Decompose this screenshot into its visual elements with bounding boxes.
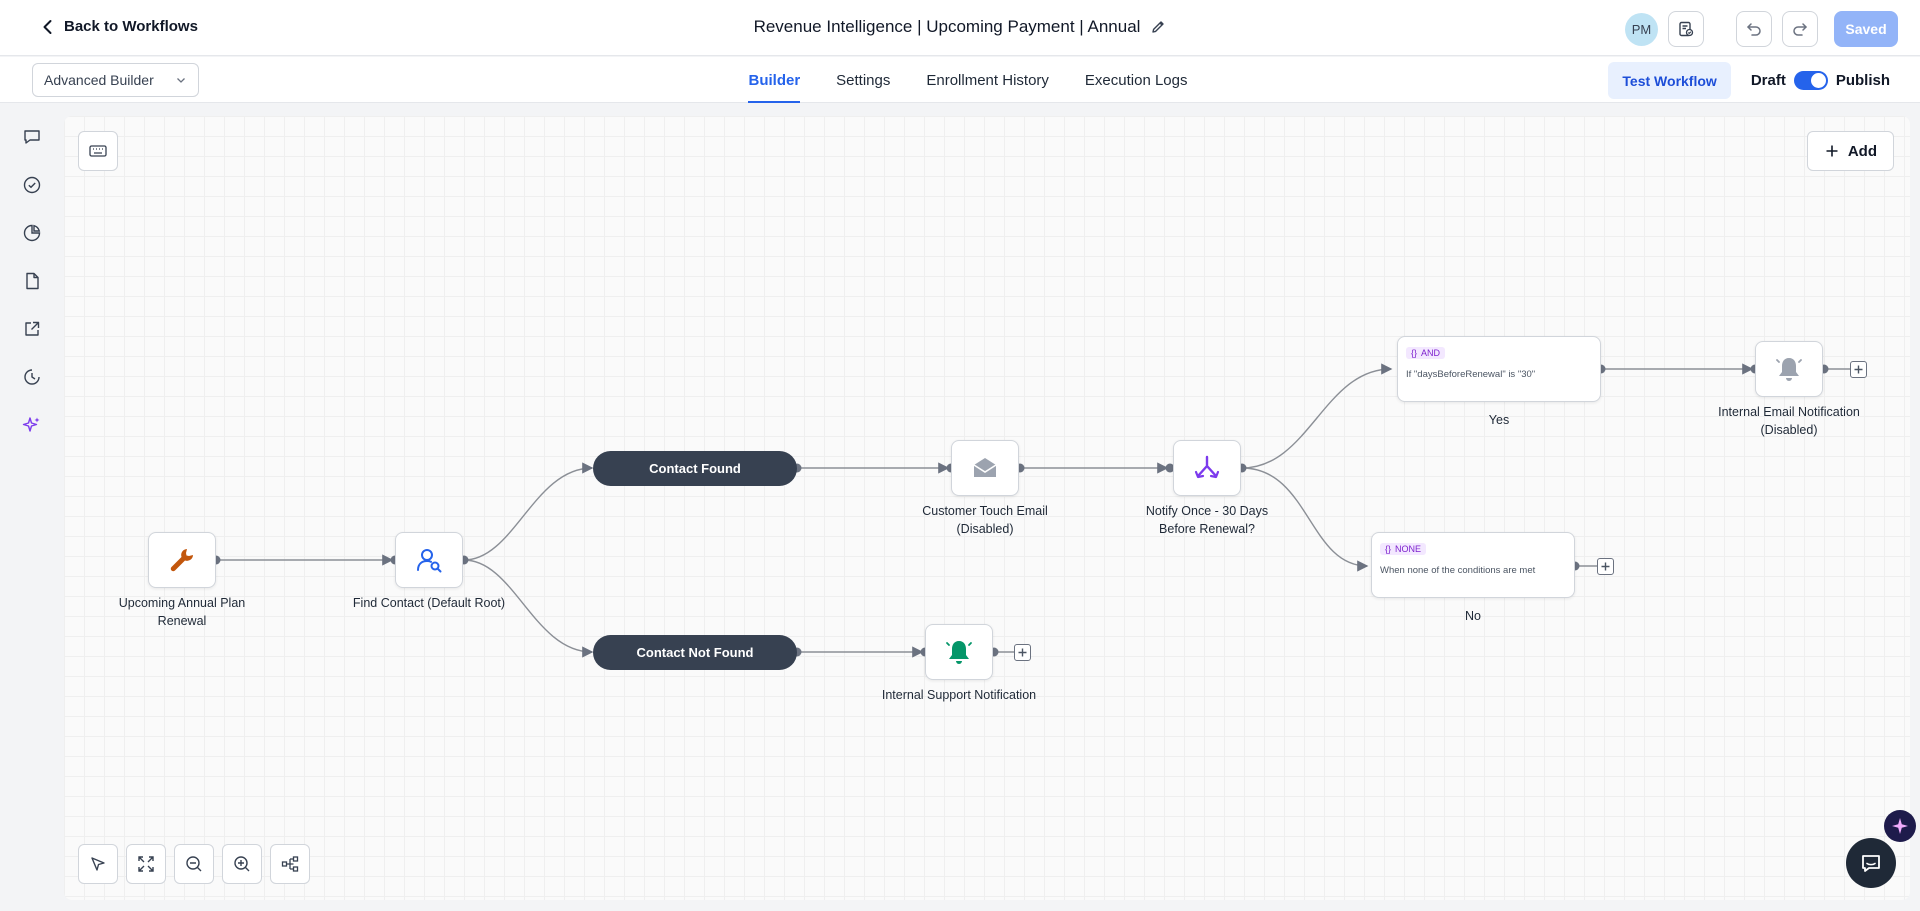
add-step-after-no-button[interactable] <box>1597 558 1614 575</box>
clipboard-check-icon <box>1679 21 1694 37</box>
add-step-after-support-button[interactable] <box>1014 644 1031 661</box>
auto-layout-button[interactable] <box>270 844 310 884</box>
chat-bubble-icon <box>1862 855 1880 872</box>
condition-no-node[interactable]: {} NONE When none of the conditions are m… <box>1371 532 1575 598</box>
top-bar: Back to Workflows Revenue Intelligence |… <box>0 0 1920 56</box>
plus-icon <box>1854 365 1863 374</box>
condition-yes-label: Yes <box>1488 413 1510 427</box>
braces-icon: {} <box>1385 544 1392 554</box>
chat-icon[interactable] <box>21 126 43 148</box>
condition-no-text: When none of the conditions are met <box>1380 565 1536 576</box>
pencil-icon[interactable] <box>1150 19 1166 35</box>
plus-icon <box>1018 648 1027 657</box>
user-search-icon <box>417 549 442 573</box>
internal-email-label: Internal Email Notification (Disabled) <box>1718 405 1860 437</box>
notify-once-branch-node[interactable] <box>1173 440 1241 496</box>
chevron-left-icon <box>43 19 52 34</box>
redo-button[interactable] <box>1782 11 1818 47</box>
support-chat-button[interactable] <box>1846 838 1896 888</box>
plus-icon <box>1601 562 1610 571</box>
condition-none-tag-text: NONE <box>1395 544 1422 554</box>
find-contact-node[interactable] <box>395 532 463 588</box>
condition-and-tag-text: AND <box>1421 348 1441 358</box>
saved-button[interactable]: Saved <box>1834 11 1898 47</box>
add-step-after-internal-email-button[interactable] <box>1850 361 1867 378</box>
condition-yes-text: If "daysBeforeRenewal" is "30" <box>1406 369 1536 380</box>
auto-layout-icon <box>281 856 299 872</box>
pointer-icon <box>91 857 105 871</box>
draft-label: Draft <box>1750 72 1786 89</box>
wrench-icon <box>170 549 193 572</box>
left-rail <box>0 104 64 911</box>
zoom-out-button[interactable] <box>174 844 214 884</box>
test-workflow-button[interactable]: Test Workflow <box>1608 62 1731 99</box>
workflow-canvas[interactable]: Add Upcoming Annual Plan Renewal Find Co… <box>64 116 1910 900</box>
internal-support-node[interactable] <box>925 624 993 680</box>
internal-support-label: Internal Support Notification <box>881 688 1037 702</box>
find-contact-label: Find Contact (Default Root) <box>352 596 506 610</box>
customer-email-node[interactable] <box>951 440 1019 496</box>
tab-builder[interactable]: Builder <box>748 57 800 103</box>
fit-screen-button[interactable] <box>126 844 166 884</box>
contact-found-branch[interactable]: Contact Found <box>593 451 797 486</box>
mail-icon <box>973 458 997 477</box>
zoom-in-button[interactable] <box>222 844 262 884</box>
branch-icon <box>1194 455 1220 479</box>
back-label: Back to Workflows <box>64 18 198 35</box>
tab-enrollment-history[interactable]: Enrollment History <box>926 57 1049 103</box>
notify-once-label: Notify Once - 30 Days Before Renewal? <box>1145 504 1269 536</box>
condition-no-label: No <box>1465 609 1481 623</box>
workflow-notes-button[interactable] <box>1668 11 1704 47</box>
bell-icon <box>946 641 972 664</box>
trigger-node[interactable] <box>148 532 216 588</box>
condition-none-tag: {} NONE <box>1380 543 1427 555</box>
tab-settings[interactable]: Settings <box>836 57 890 103</box>
customer-email-label: Customer Touch Email (Disabled) <box>922 504 1048 536</box>
condition-yes-node[interactable]: {} AND If "daysBeforeRenewal" is "30" <box>1397 336 1601 402</box>
back-to-workflows-link[interactable]: Back to Workflows <box>40 18 198 35</box>
zoom-in-icon <box>234 856 250 872</box>
bell-icon <box>1776 358 1802 381</box>
publish-toggle[interactable] <box>1793 71 1828 90</box>
redo-icon <box>1793 23 1807 36</box>
avatar[interactable]: PM <box>1625 12 1658 46</box>
undo-button[interactable] <box>1736 11 1772 47</box>
builder-mode-select[interactable]: Advanced Builder <box>32 63 199 97</box>
sub-bar: Advanced Builder Builder Settings Enroll… <box>0 57 1920 103</box>
tab-execution-logs[interactable]: Execution Logs <box>1085 57 1188 103</box>
internal-email-node[interactable] <box>1755 341 1823 397</box>
ai-assistant-button[interactable] <box>1884 810 1916 842</box>
sparkles-icon[interactable] <box>21 414 43 436</box>
check-circle-icon[interactable] <box>21 174 43 196</box>
builder-mode-value: Advanced Builder <box>44 72 154 88</box>
condition-and-tag: {} AND <box>1406 347 1446 359</box>
zoom-out-icon <box>186 856 202 872</box>
pie-chart-icon[interactable] <box>21 222 43 244</box>
select-tool-button[interactable] <box>78 844 118 884</box>
contact-not-found-branch[interactable]: Contact Not Found <box>593 635 797 670</box>
undo-icon <box>1747 23 1761 36</box>
document-icon[interactable] <box>21 270 43 292</box>
braces-icon: {} <box>1411 348 1418 358</box>
trigger-node-label: Upcoming Annual Plan Renewal <box>118 596 246 628</box>
history-icon[interactable] <box>21 366 43 388</box>
fit-screen-icon <box>138 856 154 872</box>
external-link-icon[interactable] <box>21 318 43 340</box>
chevron-down-icon <box>177 78 185 83</box>
workflow-title: Revenue Intelligence | Upcoming Payment … <box>753 17 1141 36</box>
sparkles-icon <box>1892 818 1908 834</box>
publish-label: Publish <box>1835 72 1890 89</box>
